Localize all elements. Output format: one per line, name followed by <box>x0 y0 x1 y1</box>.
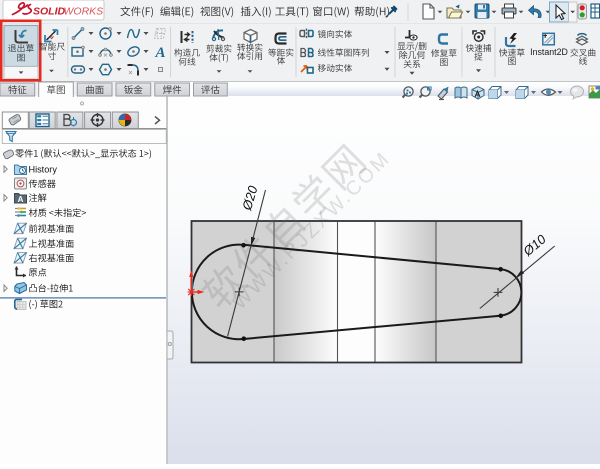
svg-text:SOLID: SOLID <box>33 6 66 18</box>
svg-text:A: A <box>154 45 165 61</box>
svg-text:A: A <box>18 195 24 204</box>
svg-text:Instant2D: Instant2D <box>530 47 568 57</box>
svg-text:History: History <box>29 164 58 174</box>
svg-text:WORKS: WORKS <box>64 6 104 18</box>
